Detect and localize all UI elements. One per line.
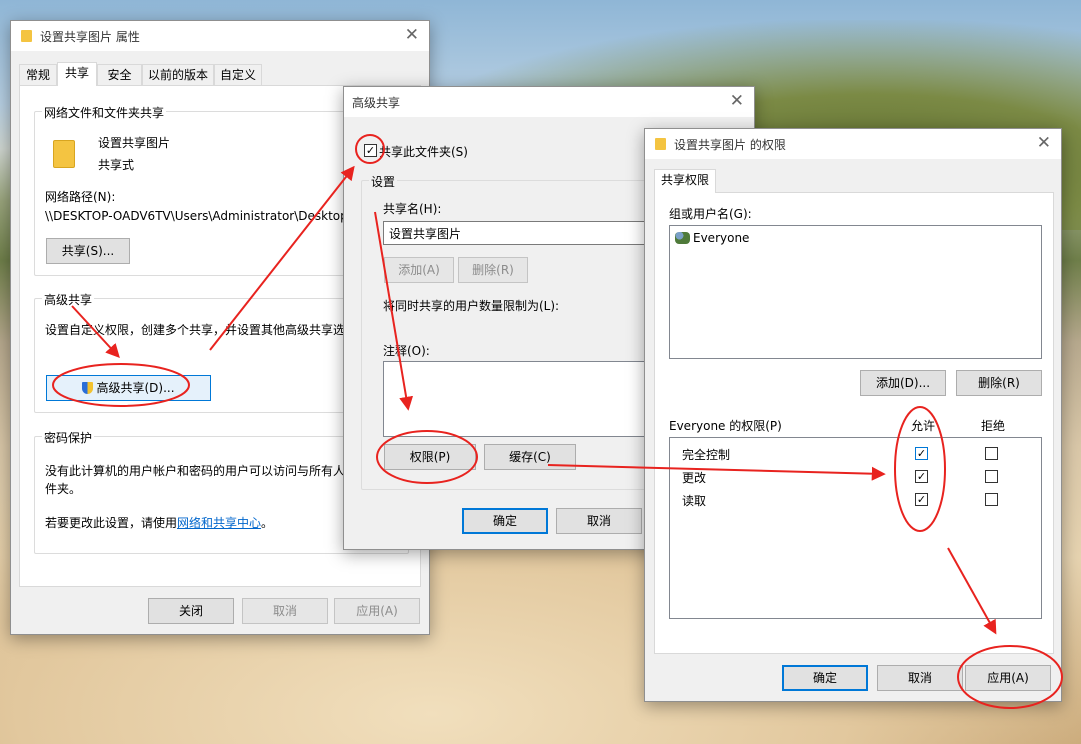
tab-share-permissions[interactable]: 共享权限 [654,169,716,193]
network-path-label: 网络路径(N): [45,190,116,204]
folder-name: 设置共享图片 [98,136,171,150]
permission-name: 读取 [682,494,707,508]
share-name-input[interactable]: 设置共享图片 [383,221,645,245]
close-icon[interactable]: ✕ [730,93,744,110]
network-path: \\DESKTOP-OADV6TV\Users\Administrator\De… [45,209,343,223]
shield-icon [82,382,94,394]
tab-security[interactable]: 安全 [97,64,142,86]
change-end: 。 [261,516,274,530]
advanced-title: 高级共享 [352,95,401,110]
allow-checkbox[interactable]: ✓ [915,470,928,483]
allow-checkbox[interactable]: ✓ [915,493,928,506]
allow-header: 允许 [911,419,936,433]
users-icon [675,232,690,244]
user-limit-label: 将同时共享的用户数量限制为(L): [383,299,560,313]
change-text: 若要更改此设置，请使用 [45,516,178,530]
permissions-title: 设置共享图片 的权限 [674,137,786,152]
tab-label: 常规 [25,68,50,82]
remove-button[interactable]: 删除(R) [458,257,528,283]
permissions-button[interactable]: 权限(P) [384,444,476,470]
permissions-panel: 组或用户名(G): Everyone 添加(D)... 删除(R) Everyo… [654,192,1054,654]
password-description-2: 件夹。 [45,482,82,496]
group-label: 密码保护 [42,429,95,446]
deny-header: 拒绝 [981,419,1006,433]
cancel-button[interactable]: 取消 [242,598,328,624]
tab-customize[interactable]: 自定义 [214,64,262,86]
group-label: 设置 [369,173,398,190]
permissions-list: 完全控制 ✓ 更改 ✓ 读取 ✓ [669,437,1042,619]
tab-label: 共享权限 [660,173,709,187]
share-folder-label: 共享此文件夹(S) [379,145,468,159]
group-label: 网络文件和文件夹共享 [42,104,167,121]
share-button[interactable]: 共享(S)... [46,238,130,264]
list-item[interactable]: Everyone [675,231,749,245]
permissions-dialog: 设置共享图片 的权限 ✕ 共享权限 组或用户名(G): Everyone 添加(… [644,128,1062,702]
remove-user-button[interactable]: 删除(R) [956,370,1042,396]
allow-checkbox[interactable]: ✓ [915,447,928,460]
password-description-1: 没有此计算机的用户帐户和密码的用户可以访问与所有人 [45,464,345,478]
cache-button[interactable]: 缓存(C) [484,444,576,470]
permissions-titlebar: 设置共享图片 的权限 ✕ [645,129,1061,159]
close-button[interactable]: 关闭 [148,598,234,624]
permission-name: 更改 [682,471,707,485]
comment-input[interactable] [383,361,645,437]
add-user-button[interactable]: 添加(D)... [860,370,946,396]
properties-titlebar: 设置共享图片 属性 ✕ [11,21,429,51]
apply-button[interactable]: 应用(A) [334,598,420,624]
advanced-sharing-button[interactable]: 高级共享(D)... [46,375,211,401]
ok-button[interactable]: 确定 [462,508,548,534]
user-name: Everyone [693,231,750,245]
advanced-sharing-label: 高级共享(D)... [96,381,175,395]
tab-general[interactable]: 常规 [19,64,57,86]
tab-label: 共享 [64,66,89,80]
close-icon[interactable]: ✕ [405,27,419,44]
advanced-titlebar: 高级共享 ✕ [344,87,754,117]
permission-name: 完全控制 [682,448,731,462]
tab-previous-versions[interactable]: 以前的版本 [142,64,214,86]
tab-label: 以前的版本 [147,68,208,82]
ok-button[interactable]: 确定 [782,665,868,691]
group-label: 高级共享 [42,291,95,308]
network-center-link[interactable]: 网络和共享中心 [177,516,261,530]
close-icon[interactable]: ✕ [1037,135,1051,152]
deny-checkbox[interactable] [985,470,998,483]
share-status: 共享式 [98,158,135,172]
tab-sharing[interactable]: 共享 [57,62,97,86]
comment-label: 注释(O): [383,344,430,358]
share-name-label: 共享名(H): [383,202,442,216]
cancel-button[interactable]: 取消 [877,665,963,691]
deny-checkbox[interactable] [985,447,998,460]
tab-label: 自定义 [219,68,256,82]
deny-checkbox[interactable] [985,493,998,506]
change-setting-text: 若要更改此设置，请使用网络和共享中心。 [45,514,273,531]
tab-label: 安全 [107,68,132,82]
properties-title: 设置共享图片 属性 [40,29,140,44]
cancel-button[interactable]: 取消 [556,508,642,534]
add-button[interactable]: 添加(A) [384,257,454,283]
folder-icon [655,138,666,150]
group-user-label: 组或用户名(G): [669,207,752,221]
folder-icon [21,30,32,42]
folder-large-icon [53,140,75,168]
permission-label: Everyone 的权限(P) [669,419,782,433]
share-folder-checkbox[interactable]: ✓ [364,144,377,157]
users-list[interactable]: Everyone [669,225,1042,359]
apply-button[interactable]: 应用(A) [965,665,1051,691]
advanced-description: 设置自定义权限，创建多个共享，并设置其他高级共享选 [45,323,345,337]
